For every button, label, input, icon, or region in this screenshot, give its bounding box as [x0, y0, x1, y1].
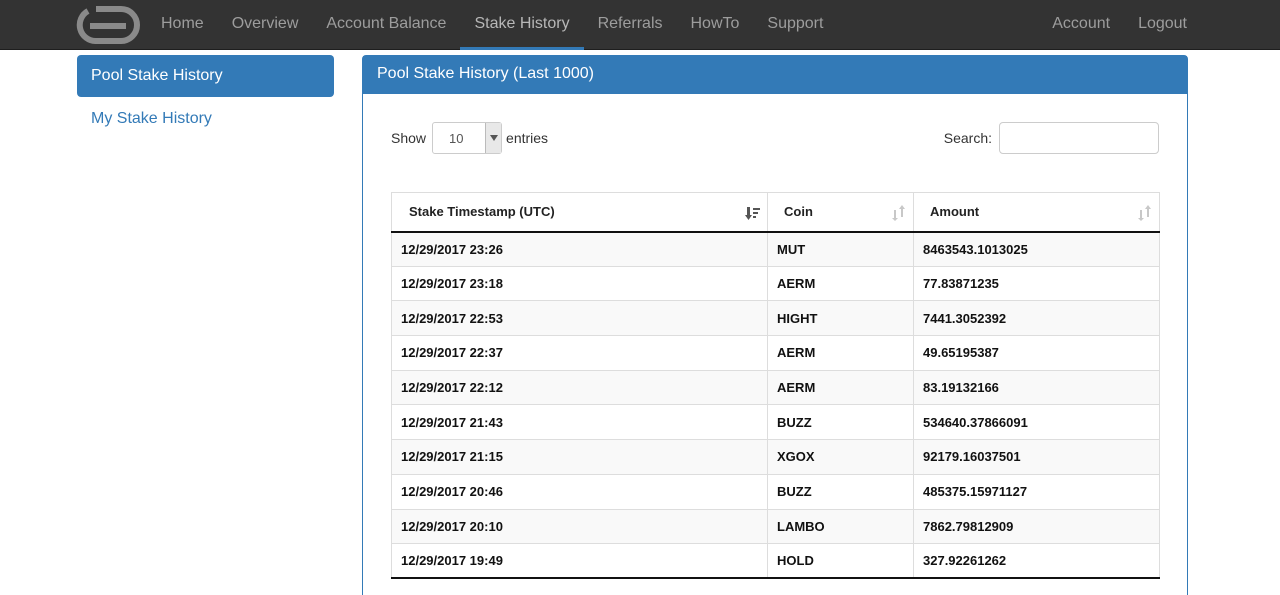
cell-amount: 49.65195387 — [913, 335, 1160, 371]
search-control: Search: — [944, 122, 1159, 154]
cell-coin: HIGHT — [767, 300, 914, 337]
nav-account[interactable]: Account — [1038, 0, 1124, 50]
column-header-label: Stake Timestamp (UTC) — [409, 204, 555, 220]
column-header-label: Coin — [784, 204, 813, 220]
nav-home[interactable]: Home — [147, 0, 218, 50]
nav-logout[interactable]: Logout — [1124, 0, 1201, 50]
cell-coin: HOLD — [767, 543, 914, 580]
cell-amount: 7862.79812909 — [913, 509, 1160, 545]
table-row: 12/29/2017 23:26 MUT 8463543.1013025 — [391, 231, 1160, 267]
sort-both-icon — [1138, 205, 1151, 221]
column-header-timestamp[interactable]: Stake Timestamp (UTC) — [391, 192, 768, 233]
cell-timestamp: 12/29/2017 21:43 — [391, 404, 768, 441]
cell-timestamp: 12/29/2017 23:18 — [391, 266, 768, 302]
table-row: 12/29/2017 23:18 AERM 77.83871235 — [391, 266, 1160, 302]
cell-timestamp: 12/29/2017 19:49 — [391, 543, 768, 580]
table-row: 12/29/2017 22:53 HIGHT 7441.3052392 — [391, 300, 1160, 337]
entries-label: entries — [506, 130, 549, 146]
cell-amount: 485375.15971127 — [913, 474, 1160, 510]
cell-amount: 83.19132166 — [913, 370, 1160, 406]
show-label: Show — [391, 130, 427, 146]
table-header-row: Stake Timestamp (UTC) Coin Amount — [391, 192, 1160, 233]
cell-timestamp: 12/29/2017 22:37 — [391, 335, 768, 371]
sidebar-item-pool-stake-history[interactable]: Pool Stake History — [77, 55, 334, 97]
page-length-select[interactable]: 10 — [432, 122, 503, 154]
sidebar: Pool Stake History My Stake History — [77, 55, 334, 141]
nav-overview[interactable]: Overview — [218, 0, 313, 50]
sort-both-icon — [892, 205, 905, 221]
table-row: 12/29/2017 20:10 LAMBO 7862.79812909 — [391, 509, 1160, 545]
brand-logo-icon[interactable] — [68, 6, 142, 44]
sidebar-item-my-stake-history[interactable]: My Stake History — [77, 98, 334, 140]
cell-amount: 8463543.1013025 — [913, 231, 1160, 267]
nav-referrals[interactable]: Referrals — [584, 0, 677, 50]
column-header-amount[interactable]: Amount — [913, 192, 1160, 233]
nav-account-balance[interactable]: Account Balance — [312, 0, 460, 50]
cell-amount: 92179.16037501 — [913, 439, 1160, 475]
cell-coin: BUZZ — [767, 404, 914, 441]
nav-stake-history[interactable]: Stake History — [460, 0, 584, 50]
primary-nav: Home Overview Account Balance Stake Hist… — [147, 0, 837, 50]
cell-amount: 534640.37866091 — [913, 404, 1160, 441]
account-nav: Account Logout — [1038, 0, 1201, 50]
panel-title: Pool Stake History (Last 1000) — [363, 56, 1187, 94]
chevron-down-icon — [485, 123, 502, 153]
nav-howto[interactable]: HowTo — [677, 0, 754, 50]
column-header-coin[interactable]: Coin — [767, 192, 914, 233]
search-label: Search: — [943, 130, 992, 146]
cell-coin: LAMBO — [767, 509, 914, 545]
search-input[interactable] — [999, 122, 1159, 154]
cell-timestamp: 12/29/2017 22:12 — [391, 370, 768, 406]
top-navbar: Home Overview Account Balance Stake Hist… — [0, 0, 1280, 50]
cell-timestamp: 12/29/2017 21:15 — [391, 439, 768, 475]
cell-amount: 7441.3052392 — [913, 300, 1160, 337]
table-row: 12/29/2017 19:49 HOLD 327.92261262 — [391, 543, 1160, 580]
cell-coin: XGOX — [767, 439, 914, 475]
cell-coin: BUZZ — [767, 474, 914, 510]
stake-history-table: Stake Timestamp (UTC) Coin Amount 12/29/… — [391, 192, 1160, 580]
column-header-label: Amount — [930, 204, 980, 220]
page-length-value: 10 — [449, 131, 464, 146]
sort-desc-icon — [745, 207, 760, 220]
table-row: 12/29/2017 21:15 XGOX 92179.16037501 — [391, 439, 1160, 475]
cell-timestamp: 12/29/2017 22:53 — [391, 300, 768, 337]
table-row: 12/29/2017 22:12 AERM 83.19132166 — [391, 370, 1160, 406]
cell-coin: MUT — [767, 231, 914, 267]
cell-amount: 77.83871235 — [913, 266, 1160, 302]
table-row: 12/29/2017 21:43 BUZZ 534640.37866091 — [391, 404, 1160, 441]
cell-coin: AERM — [767, 370, 914, 406]
cell-timestamp: 12/29/2017 20:46 — [391, 474, 768, 510]
table-row: 12/29/2017 20:46 BUZZ 485375.15971127 — [391, 474, 1160, 510]
stake-history-panel: Pool Stake History (Last 1000) Show 10 e… — [362, 55, 1188, 595]
cell-timestamp: 12/29/2017 20:10 — [391, 509, 768, 545]
cell-timestamp: 12/29/2017 23:26 — [391, 231, 768, 267]
nav-support[interactable]: Support — [753, 0, 837, 50]
cell-coin: AERM — [767, 335, 914, 371]
cell-coin: AERM — [767, 266, 914, 302]
page-length-control: Show 10 entries — [391, 122, 548, 154]
table-row: 12/29/2017 22:37 AERM 49.65195387 — [391, 335, 1160, 371]
cell-amount: 327.92261262 — [913, 543, 1160, 580]
